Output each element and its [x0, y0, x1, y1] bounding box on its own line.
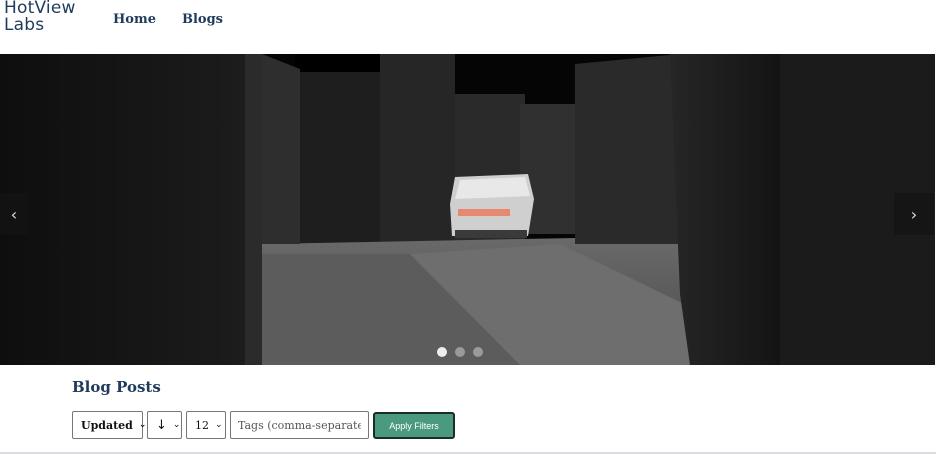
chevron-right-icon: ›	[910, 204, 918, 224]
hero-carousel: ‹ ›	[0, 54, 935, 365]
site-header: HotView Labs Home Blogs	[0, 0, 936, 54]
page-size-value: 12	[195, 418, 209, 432]
carousel-slide-image	[0, 54, 935, 365]
sort-by-value: Updated	[81, 418, 133, 432]
carousel-dot-1[interactable]	[437, 347, 447, 357]
page-size-select[interactable]: 12 ⌄	[186, 411, 226, 439]
tags-filter-input[interactable]	[230, 411, 369, 439]
site-logo[interactable]: HotView Labs	[4, 0, 94, 34]
chevron-down-icon: ⌄	[172, 420, 181, 430]
chevron-down-icon: ⌄	[215, 420, 223, 430]
chevron-left-icon: ‹	[10, 204, 18, 224]
carousel-next-button[interactable]: ›	[894, 193, 934, 235]
carousel-prev-button[interactable]: ‹	[0, 193, 28, 235]
nav-home-link[interactable]: Home	[113, 12, 156, 27]
carousel-dot-3[interactable]	[473, 347, 483, 357]
chevron-down-icon: ⌄	[138, 420, 147, 430]
section-divider	[0, 452, 936, 454]
blog-filters: Updated ⌄ ↓ ⌄ 12 ⌄ Apply Filters	[72, 411, 455, 439]
blog-section-title: Blog Posts	[72, 378, 161, 396]
sort-direction-value: ↓	[156, 417, 167, 433]
carousel-indicators	[437, 347, 483, 357]
carousel-dot-2[interactable]	[455, 347, 465, 357]
sort-direction-select[interactable]: ↓ ⌄	[147, 411, 182, 439]
logo-line-2: Labs	[4, 15, 45, 35]
nav-blogs-link[interactable]: Blogs	[182, 12, 223, 27]
apply-filters-button[interactable]: Apply Filters	[373, 412, 455, 439]
sort-by-select[interactable]: Updated ⌄	[72, 411, 146, 439]
